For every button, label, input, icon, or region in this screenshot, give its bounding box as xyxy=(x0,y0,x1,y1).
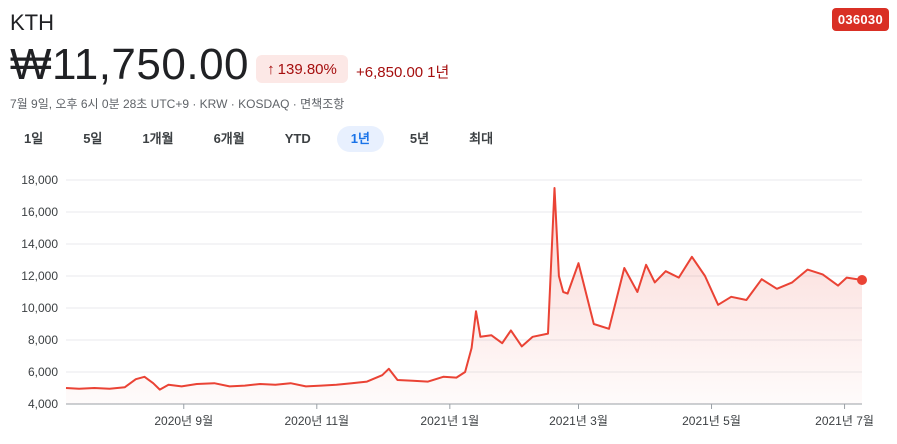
x-tick-label: 2020년 11월 xyxy=(285,414,350,428)
tab-5d[interactable]: 5일 xyxy=(69,126,116,152)
x-tick-label: 2020년 9월 xyxy=(154,414,213,428)
y-tick-label: 8,000 xyxy=(28,333,58,347)
x-tick-label: 2021년 7월 xyxy=(815,414,874,428)
change-percent: 139.80% xyxy=(277,60,337,78)
y-axis-labels: 4,000 6,000 8,000 10,000 12,000 14,000 16,000 1… xyxy=(21,173,58,411)
tab-1m[interactable]: 1개월 xyxy=(128,126,187,152)
y-tick-label: 10,000 xyxy=(21,301,58,315)
current-price: ₩11,750.00 xyxy=(10,40,250,89)
x-axis-labels: 2020년 9월 2020년 11월 2021년 1월 2021년 3월 2021년 5… xyxy=(154,414,874,428)
y-tick-label: 6,000 xyxy=(28,365,58,379)
y-tick-label: 16,000 xyxy=(21,205,58,219)
tab-1d[interactable]: 1일 xyxy=(10,126,57,152)
y-tick-label: 18,000 xyxy=(21,173,58,187)
tab-ytd[interactable]: YTD xyxy=(271,126,325,152)
change-absolute: +6,850.00 1년 xyxy=(356,61,449,82)
x-tick-label: 2021년 3월 xyxy=(549,414,608,428)
y-tick-label: 4,000 xyxy=(28,397,58,411)
range-tabs: 1일 5일 1개월 6개월 YTD 1년 5년 최대 xyxy=(10,126,519,152)
change-amount: +6,850.00 xyxy=(356,64,424,81)
ticker-badge[interactable]: 036030 xyxy=(831,8,889,31)
tab-max[interactable]: 최대 xyxy=(455,126,507,152)
tab-6m[interactable]: 6개월 xyxy=(200,126,259,152)
arrow-up-icon: ↑ xyxy=(267,60,275,78)
change-period: 1년 xyxy=(427,64,450,81)
change-percent-badge: ↑ 139.80% xyxy=(256,55,348,83)
quote-meta: 7월 9일, 오후 6시 0분 28초 UTC+9 · KRW · KOSDAQ… xyxy=(10,97,345,111)
x-tick-label: 2021년 1월 xyxy=(420,414,479,428)
stock-name: KTH xyxy=(10,10,54,35)
x-tick-label: 2021년 5월 xyxy=(682,414,741,428)
current-price-marker xyxy=(857,275,867,285)
tab-1y[interactable]: 1년 xyxy=(336,126,384,152)
y-tick-label: 14,000 xyxy=(21,237,58,251)
tab-5y[interactable]: 5년 xyxy=(396,126,443,152)
y-tick-label: 12,000 xyxy=(21,269,58,283)
price-chart[interactable]: 4,000 6,000 8,000 10,000 12,000 14,000 16,000 1… xyxy=(0,168,897,444)
